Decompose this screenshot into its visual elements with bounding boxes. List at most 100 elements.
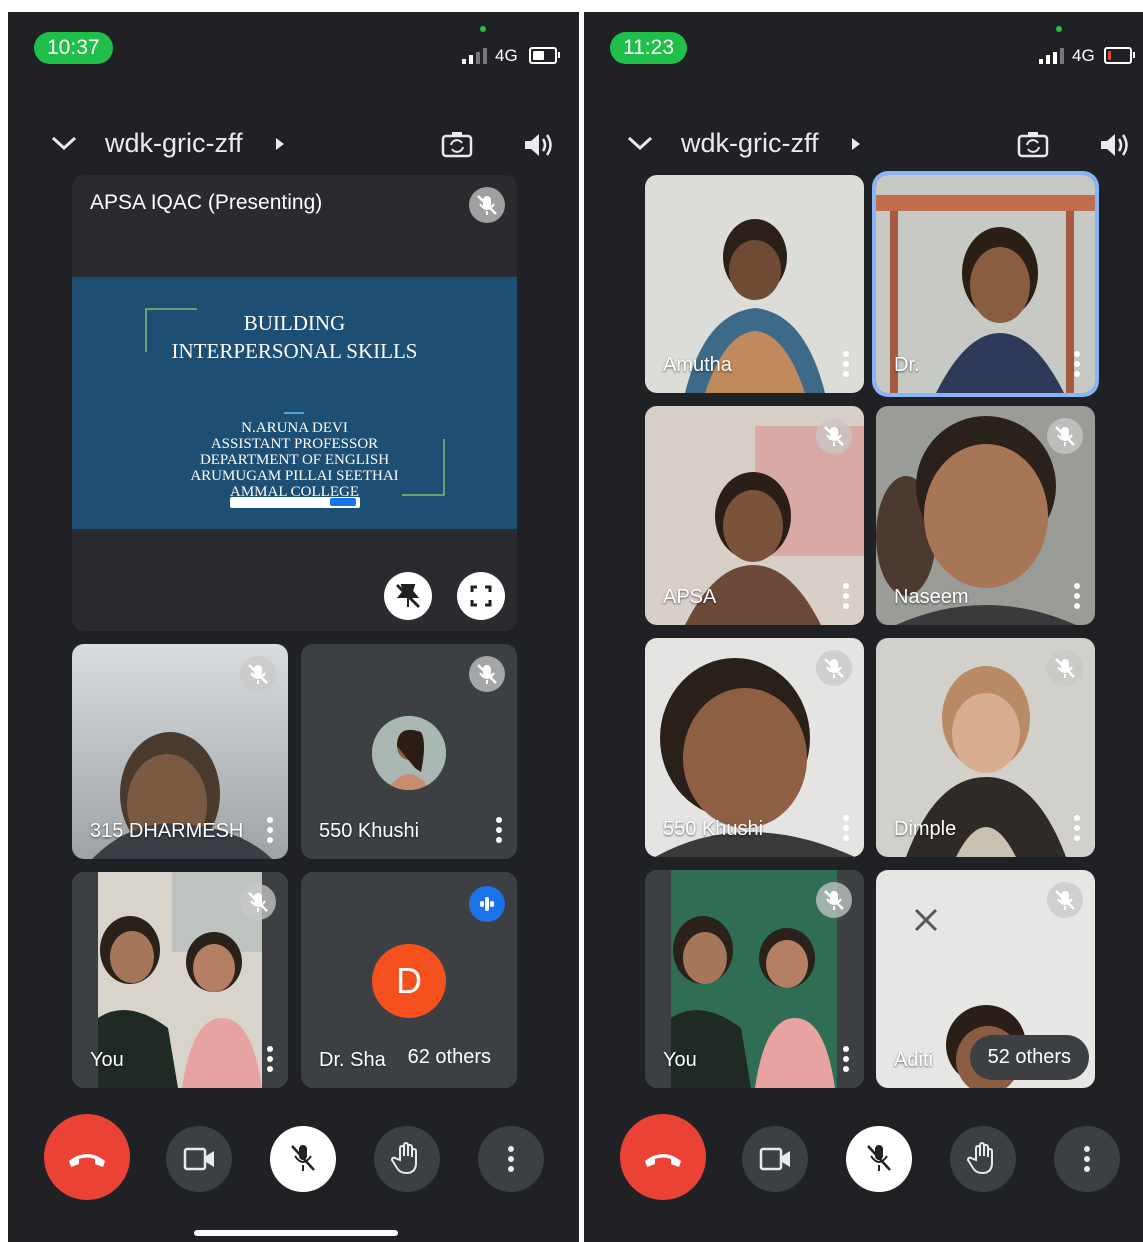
switch-camera-icon[interactable] — [1016, 128, 1050, 162]
camera-indicator-icon — [480, 26, 486, 32]
mic-off-icon — [816, 882, 852, 918]
participant-name: 550 Khushi — [663, 818, 764, 840]
participant-tile[interactable]: 315 DHARMESH — [72, 644, 288, 859]
mic-off-icon — [1047, 650, 1083, 686]
meeting-code[interactable]: wdk-gric-zff — [105, 128, 243, 159]
mic-off-icon — [240, 656, 276, 692]
mic-off-icon — [469, 656, 505, 692]
caret-right-icon[interactable] — [848, 136, 864, 152]
more-options-icon[interactable] — [495, 817, 503, 845]
camera-toggle-button[interactable] — [742, 1126, 808, 1192]
avatar — [372, 716, 446, 790]
participant-name: Amutha — [663, 354, 732, 376]
raise-hand-button[interactable] — [950, 1126, 1016, 1192]
mic-off-icon — [816, 650, 852, 686]
more-options-icon[interactable] — [266, 817, 274, 845]
camera-indicator-icon — [1056, 26, 1062, 32]
participant-name: Aditi — [894, 1049, 933, 1071]
slide-author: N.ARUNA DEVI — [241, 420, 348, 436]
end-call-button[interactable] — [44, 1114, 130, 1200]
mic-toggle-button[interactable] — [270, 1126, 336, 1192]
meeting-header: wdk-gric-zff — [584, 122, 1143, 172]
participant-name: 550 Khushi — [319, 820, 420, 842]
meet-screen-right: 11:23 4G wdk-gric-zff Amutha Dr. APSA Na… — [584, 12, 1143, 1242]
participant-name: Dimple — [894, 818, 957, 840]
switch-camera-icon[interactable] — [440, 128, 474, 162]
slide-role: ASSISTANT PROFESSOR — [210, 436, 379, 452]
more-options-icon[interactable] — [842, 815, 850, 843]
screen-share-banner — [230, 497, 360, 508]
speaker-icon[interactable] — [520, 128, 554, 162]
slide-heading-1: BUILDING — [243, 311, 346, 335]
slide-heading-2: INTERPERSONAL SKILLS — [171, 339, 418, 363]
more-options-button[interactable] — [478, 1126, 544, 1192]
mic-off-icon — [1047, 418, 1083, 454]
more-options-icon[interactable] — [1073, 583, 1081, 611]
raise-hand-button[interactable] — [374, 1126, 440, 1192]
status-time: 10:37 — [34, 32, 113, 64]
speaker-icon[interactable] — [1096, 128, 1130, 162]
others-chip[interactable]: 62 others — [389, 1035, 509, 1080]
participant-tile[interactable]: Aditi 52 others — [876, 870, 1095, 1088]
more-options-icon[interactable] — [1073, 351, 1081, 379]
signal-icon — [462, 48, 487, 64]
call-controls — [584, 1112, 1143, 1202]
participant-name: APSA — [663, 586, 717, 608]
more-options-icon[interactable] — [842, 1046, 850, 1074]
more-options-icon[interactable] — [1073, 815, 1081, 843]
avatar: D — [372, 944, 446, 1018]
end-call-button[interactable] — [620, 1114, 706, 1200]
participant-tile[interactable]: D Dr. Sha 62 others — [301, 872, 517, 1088]
meeting-header: wdk-gric-zff — [8, 122, 579, 172]
fullscreen-button[interactable] — [457, 572, 505, 620]
participant-tile[interactable]: 550 Khushi — [301, 644, 517, 859]
speaking-indicator-icon — [469, 886, 505, 922]
participant-tile[interactable]: 550 Khushi — [645, 638, 864, 857]
presentation-tile[interactable]: APSA IQAC (Presenting) BUILDING INTERPER… — [72, 175, 517, 631]
participant-name: You — [663, 1049, 697, 1071]
more-options-button[interactable] — [1054, 1126, 1120, 1192]
mic-off-icon — [469, 187, 505, 223]
mic-off-icon — [1047, 882, 1083, 918]
mic-off-icon — [816, 418, 852, 454]
call-controls — [8, 1112, 579, 1202]
more-options-icon[interactable] — [842, 351, 850, 379]
slide-department: DEPARTMENT OF ENGLISH — [199, 452, 390, 468]
more-options-icon[interactable] — [266, 1046, 274, 1074]
presenter-name: APSA IQAC (Presenting) — [90, 191, 323, 214]
meeting-code[interactable]: wdk-gric-zff — [681, 128, 819, 159]
status-bar: 11:23 4G — [584, 12, 1143, 92]
self-view-tile[interactable]: You — [72, 872, 288, 1088]
participant-tile-active[interactable]: Dr. — [876, 175, 1095, 393]
camera-toggle-button[interactable] — [166, 1126, 232, 1192]
participant-name: Dr. Sha — [319, 1049, 386, 1071]
home-indicator[interactable] — [194, 1230, 398, 1236]
battery-icon — [1104, 47, 1135, 64]
mic-off-icon — [240, 884, 276, 920]
participant-name: Dr. — [894, 354, 920, 376]
network-type: 4G — [1072, 46, 1095, 65]
status-bar: 10:37 4G — [8, 12, 579, 92]
unpin-button[interactable] — [384, 572, 432, 620]
chevron-down-icon[interactable] — [50, 132, 78, 160]
participant-name: You — [90, 1049, 124, 1071]
participant-tile[interactable]: Amutha — [645, 175, 864, 393]
self-view-tile[interactable]: You — [645, 870, 864, 1088]
chevron-down-icon[interactable] — [626, 132, 654, 160]
caret-right-icon[interactable] — [272, 136, 288, 152]
participant-tile[interactable]: Naseem — [876, 406, 1095, 625]
network-type: 4G — [495, 46, 518, 65]
battery-icon — [529, 47, 560, 64]
participant-tile[interactable]: Dimple — [876, 638, 1095, 857]
others-chip[interactable]: 52 others — [969, 1035, 1089, 1080]
participant-name: Naseem — [894, 586, 969, 608]
more-options-icon[interactable] — [842, 583, 850, 611]
stop-sharing-chip — [330, 498, 356, 506]
meet-screen-left: 10:37 4G wdk-gric-zff APSA IQAC (Present… — [8, 12, 579, 1242]
mic-toggle-button[interactable] — [846, 1126, 912, 1192]
participant-name: 315 DHARMESH — [90, 820, 244, 842]
status-time: 11:23 — [610, 32, 687, 64]
shared-slide: BUILDING INTERPERSONAL SKILLS N.ARUNA DE… — [72, 277, 517, 529]
participant-tile[interactable]: APSA — [645, 406, 864, 625]
slide-college-1: ARUMUGAM PILLAI SEETHAI — [190, 468, 399, 484]
